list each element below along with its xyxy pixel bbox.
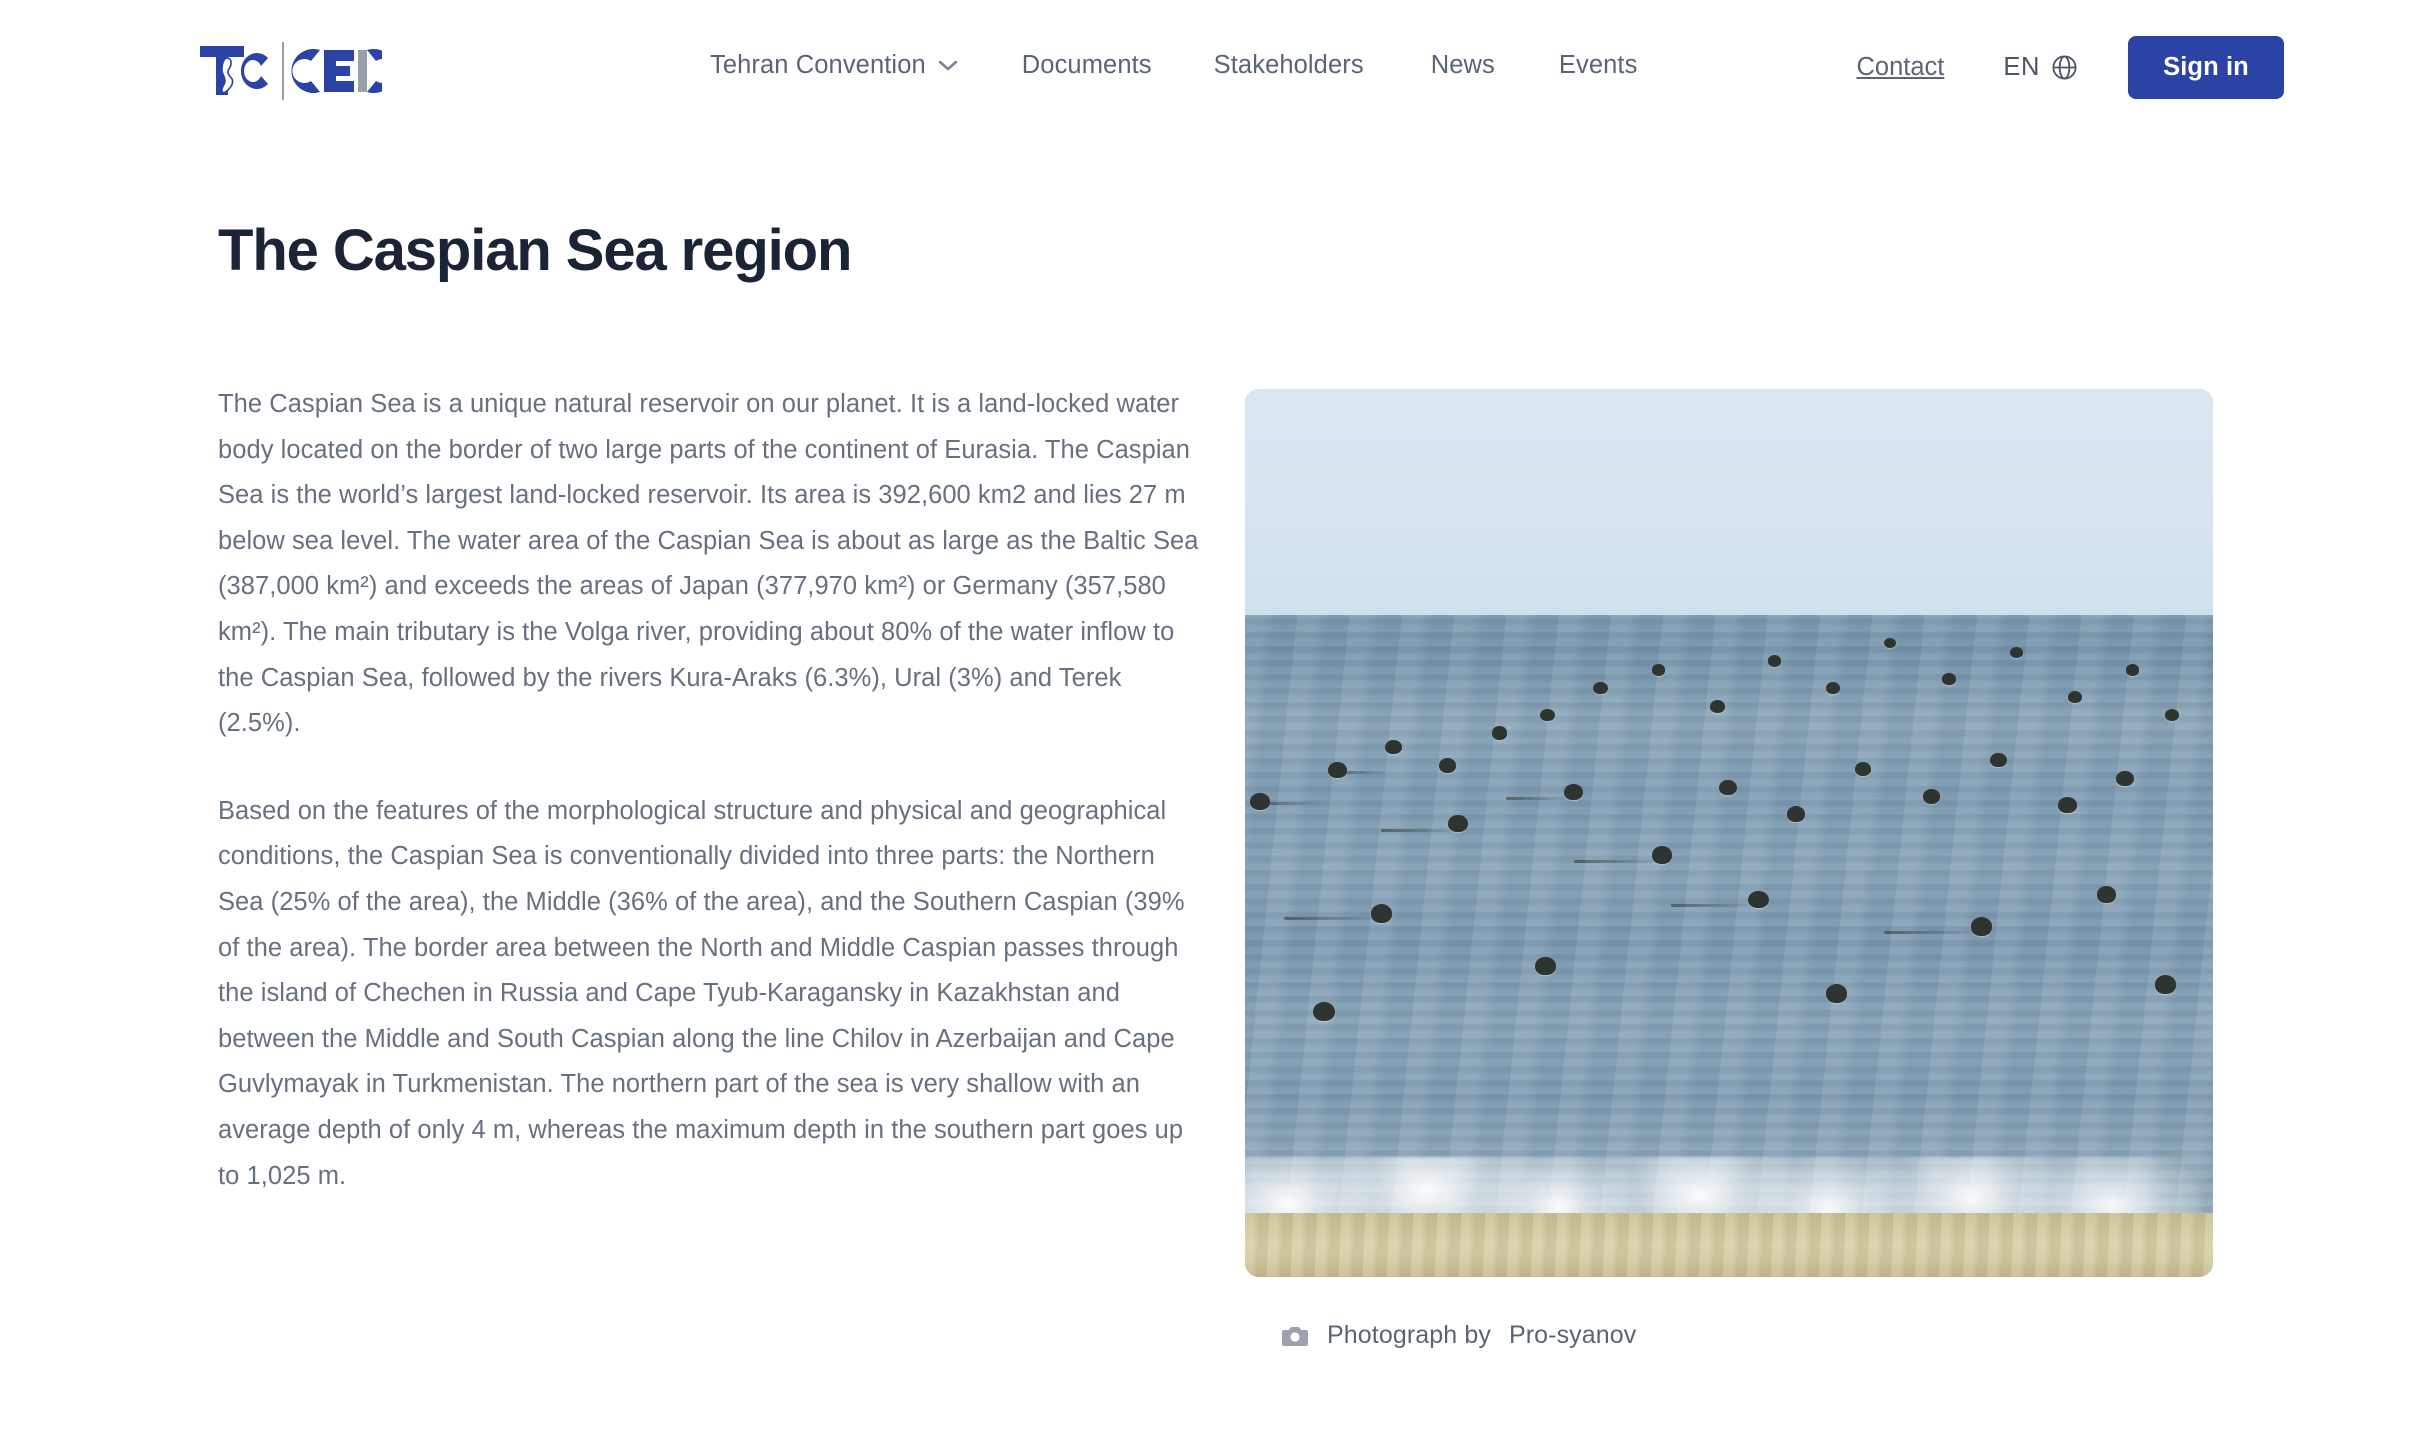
site-header: Tehran Convention Documents Stakeholders… bbox=[0, 0, 2432, 150]
seal bbox=[2058, 797, 2077, 814]
seal bbox=[1564, 784, 1583, 801]
seal bbox=[1651, 846, 1672, 865]
seal-wake bbox=[1380, 828, 1458, 832]
seal bbox=[1448, 815, 1468, 833]
photo-beach bbox=[1245, 1213, 2213, 1277]
figure-caption: Photograph by Pro-syanov bbox=[1281, 1321, 2213, 1350]
language-code: EN bbox=[2003, 52, 2040, 81]
article-paragraph-1: The Caspian Sea is a unique natural rese… bbox=[218, 390, 1199, 738]
sign-in-button[interactable]: Sign in bbox=[2128, 35, 2284, 99]
nav-item-stakeholders[interactable]: Stakeholders bbox=[1214, 48, 1364, 82]
seal bbox=[1328, 761, 1347, 778]
language-switcher[interactable]: EN bbox=[2003, 53, 2078, 82]
seal bbox=[1990, 753, 2007, 768]
seal bbox=[2009, 646, 2024, 659]
logo-mark bbox=[200, 42, 382, 100]
seal bbox=[1825, 983, 1848, 1003]
seal-wake bbox=[1670, 904, 1759, 908]
seal bbox=[1385, 739, 1402, 754]
globe-icon bbox=[2052, 54, 2077, 80]
seal bbox=[1767, 655, 1782, 667]
seal bbox=[1941, 673, 1956, 685]
seal-wake bbox=[1883, 930, 1981, 934]
header-utility-navigation: Contact EN Sign in bbox=[1856, 34, 2432, 100]
seal bbox=[2154, 975, 2177, 994]
seal bbox=[2164, 708, 2180, 722]
seal-wake bbox=[1574, 859, 1662, 863]
seal bbox=[1438, 757, 1457, 773]
nav-item-documents[interactable]: Documents bbox=[1022, 48, 1152, 82]
nav-item-contact[interactable]: Contact bbox=[1856, 53, 1944, 82]
nav-item-events[interactable]: Events bbox=[1559, 48, 1638, 82]
seal bbox=[1535, 957, 1556, 976]
photo-sky bbox=[1245, 389, 2213, 616]
primary-navigation: Tehran Convention Documents Stakeholders… bbox=[710, 48, 1637, 82]
seal bbox=[1854, 761, 1872, 777]
seal bbox=[1971, 917, 1993, 936]
caption-prefix: Photograph by bbox=[1327, 1321, 1491, 1349]
nav-item-tehran-convention[interactable]: Tehran Convention bbox=[710, 48, 958, 82]
chevron-down-icon bbox=[938, 60, 958, 71]
seal bbox=[1651, 664, 1666, 676]
site-logo[interactable] bbox=[198, 40, 382, 102]
seal bbox=[1719, 779, 1737, 795]
nav-item-news[interactable]: News bbox=[1431, 48, 1495, 82]
page-title: The Caspian Sea region bbox=[218, 218, 852, 283]
article-text-column: The Caspian Sea is a unique natural rese… bbox=[218, 382, 1206, 1199]
seal bbox=[1249, 793, 1271, 810]
caspian-seals-photo bbox=[1245, 389, 2213, 1277]
article-figure: Photograph by Pro-syanov bbox=[1245, 389, 2213, 1350]
seal bbox=[1748, 890, 1769, 909]
seal bbox=[1709, 699, 1726, 714]
article-paragraph-2: Based on the features of the morphologic… bbox=[218, 796, 1185, 1190]
seal bbox=[2096, 886, 2117, 904]
page-root: Tehran Convention Documents Stakeholders… bbox=[0, 0, 2432, 1442]
nav-label-tehran-convention: Tehran Convention bbox=[710, 51, 926, 79]
seal bbox=[1491, 726, 1508, 740]
seal bbox=[1370, 904, 1393, 923]
seal bbox=[1540, 708, 1555, 722]
camera-icon bbox=[1282, 1326, 1308, 1346]
seal bbox=[1922, 788, 1941, 804]
seal-wake bbox=[1283, 917, 1381, 921]
seal bbox=[2116, 770, 2134, 786]
sign-in-label: Sign in bbox=[2163, 52, 2249, 81]
seal bbox=[2125, 664, 2140, 676]
seal bbox=[1593, 682, 1608, 695]
caption-author[interactable]: Pro-syanov bbox=[1509, 1321, 1636, 1350]
seal bbox=[1312, 1001, 1335, 1022]
